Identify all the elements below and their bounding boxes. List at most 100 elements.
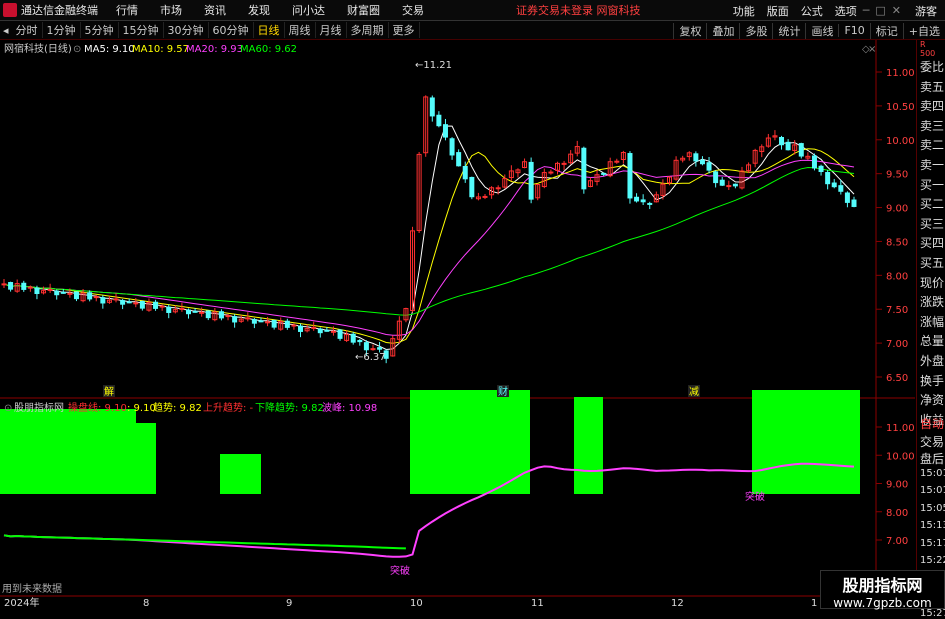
candle-body [377,347,383,350]
menu-bar: 通达信金融终端 行情 市场 资讯 发现 问小达 财富圈 交易 证券交易未登录 网… [0,0,945,21]
sidebar-trade-item[interactable]: 15:13 [917,520,945,531]
sub-collapse-icon[interactable]: ⊙ [4,403,12,414]
sidebar-quote-item[interactable]: 总量 [917,332,945,349]
sidebar-quote-item[interactable]: 卖五 [917,78,945,95]
sidebar-quote-item[interactable]: 卖二 [917,136,945,153]
menu-item-market[interactable]: 市场 [160,2,182,18]
signal-block [410,390,530,494]
tab-multi-period[interactable]: 多周期 [347,22,389,38]
candle-body [713,171,719,184]
chart-area[interactable]: 网宿科技(日线) ⊙ MA5: 9.10 MA10: 9.57 MA20: 9.… [0,40,915,609]
sidebar-quote-item[interactable]: 涨跌 [917,293,945,310]
menu-item-formula[interactable]: 公式 [801,3,823,19]
menu-item-ask[interactable]: 问小达 [292,2,325,18]
sidebar-quote-item[interactable]: 买五 [917,254,945,271]
tab-more[interactable]: 更多 [389,22,420,38]
candle-body [844,192,850,203]
menu-item-options[interactable]: 选项 [835,3,857,19]
sidebar-quote-item[interactable]: 现价 [917,274,945,291]
maximize-icon[interactable]: □ [875,4,885,17]
ma5-label: MA5: 9.10 [84,44,135,55]
tab-monthly[interactable]: 月线 [316,22,347,38]
candle-body [60,291,66,294]
tab-daily[interactable]: 日线 [254,22,285,38]
watermark: 股朋指标网 www.7gpzb.com [820,570,945,610]
sidebar-trade-item[interactable]: 15:01 [917,485,945,496]
minimize-icon[interactable]: ─ [863,4,870,17]
sidebar-quote-item[interactable]: 委比 [917,58,945,75]
menu-item-function[interactable]: 功能 [733,3,755,19]
y-tick-label: 8.00 [886,271,908,282]
sidebar-trade-item[interactable]: 15:01 [917,468,945,479]
candle-body [100,297,106,304]
candle-body [317,328,323,334]
sidebar-quote-item[interactable]: 净资 [917,391,945,408]
btn-adjust[interactable]: 复权 [673,22,706,39]
tab-back-icon[interactable]: ◂ [0,24,12,37]
sidebar-quote-item[interactable]: 买三 [917,215,945,232]
sidebar-trade-item[interactable]: 15:22 [917,555,945,566]
candle-body [614,160,620,163]
tab-weekly[interactable]: 周线 [285,22,316,38]
sidebar-trade-item[interactable]: 交易 [917,433,945,450]
sidebar-quote-item[interactable]: 涨幅 [917,313,945,330]
btn-overlay[interactable]: 叠加 [706,22,739,39]
sub-peak-label: 波峰: 10.98 [322,401,377,414]
close-icon[interactable]: ✕ [892,4,901,17]
sidebar-trade-item[interactable]: 自动 [917,415,945,432]
signal-breakout-1: 突破 [390,564,410,577]
btn-draw[interactable]: 画线 [805,22,838,39]
sidebar-quote-item[interactable]: 买二 [917,195,945,212]
candle-body [133,302,139,305]
sidebar-quote-item[interactable]: 卖一 [917,156,945,173]
candle-body [225,315,231,318]
sub-line1-label: 操盘线: 9.10 [68,401,127,414]
tab-30min[interactable]: 30分钟 [164,22,209,38]
x-label-oct: 10 [410,598,423,609]
btn-add-watchlist[interactable]: +自选 [902,22,945,39]
menu-item-news[interactable]: 资讯 [204,2,226,18]
marker-reduce[interactable]: 减 [689,386,699,398]
btn-mark[interactable]: 标记 [869,22,903,39]
btn-multi-stock[interactable]: 多股 [739,22,772,39]
candle-body [818,165,824,172]
candle-body [370,348,376,351]
marker-unlock[interactable]: 解 [104,385,114,398]
menu-item-discover[interactable]: 发现 [248,2,270,18]
candle-body [647,202,653,205]
sidebar-trade-item[interactable]: 15:05 [917,503,945,514]
sidebar-quote-item[interactable]: 卖四 [917,97,945,114]
sidebar-quote-item[interactable]: 买四 [917,234,945,251]
sidebar-quote-item[interactable]: 买一 [917,176,945,193]
sidebar-quote-item[interactable]: 卖三 [917,117,945,134]
btn-stats[interactable]: 统计 [772,22,805,39]
btn-f10[interactable]: F10 [838,24,869,37]
sidebar-trade-item[interactable]: 盘后 [917,450,945,467]
tab-1min[interactable]: 1分钟 [43,22,81,38]
candle-body [627,153,633,199]
tab-60min[interactable]: 60分钟 [209,22,254,38]
menu-item-wealth[interactable]: 财富圈 [347,2,380,18]
menu-item-trade[interactable]: 交易 [402,2,424,18]
sub-panel-title: 股朋指标网 [14,401,64,414]
menu-item-quotes[interactable]: 行情 [116,2,138,18]
sidebar-trade-item[interactable]: 15:17 [917,538,945,549]
sidebar-quote-item[interactable]: 换手 [917,372,945,389]
candle-body [73,291,79,300]
sidebar-quote-item[interactable]: 外盘 [917,352,945,369]
candle-body [548,171,554,174]
tab-intraday[interactable]: 分时 [12,22,43,38]
app-title: 通达信金融终端 [21,4,98,17]
tab-15min[interactable]: 15分钟 [119,22,164,38]
menu-item-layout[interactable]: 版面 [767,3,789,19]
close-panel-icon[interactable]: × [868,44,876,55]
candle-body [54,290,60,296]
candle-body [831,182,837,188]
guest-label[interactable]: 游客 [915,3,937,19]
candle-body [785,141,791,151]
login-warning[interactable]: 证券交易未登录 网窗科技 [516,2,641,18]
collapse-icon[interactable]: ⊙ [73,44,81,55]
tab-5min[interactable]: 5分钟 [81,22,119,38]
y-tick-label: 10.50 [886,102,915,113]
marker-finance[interactable]: 财 [498,385,508,398]
